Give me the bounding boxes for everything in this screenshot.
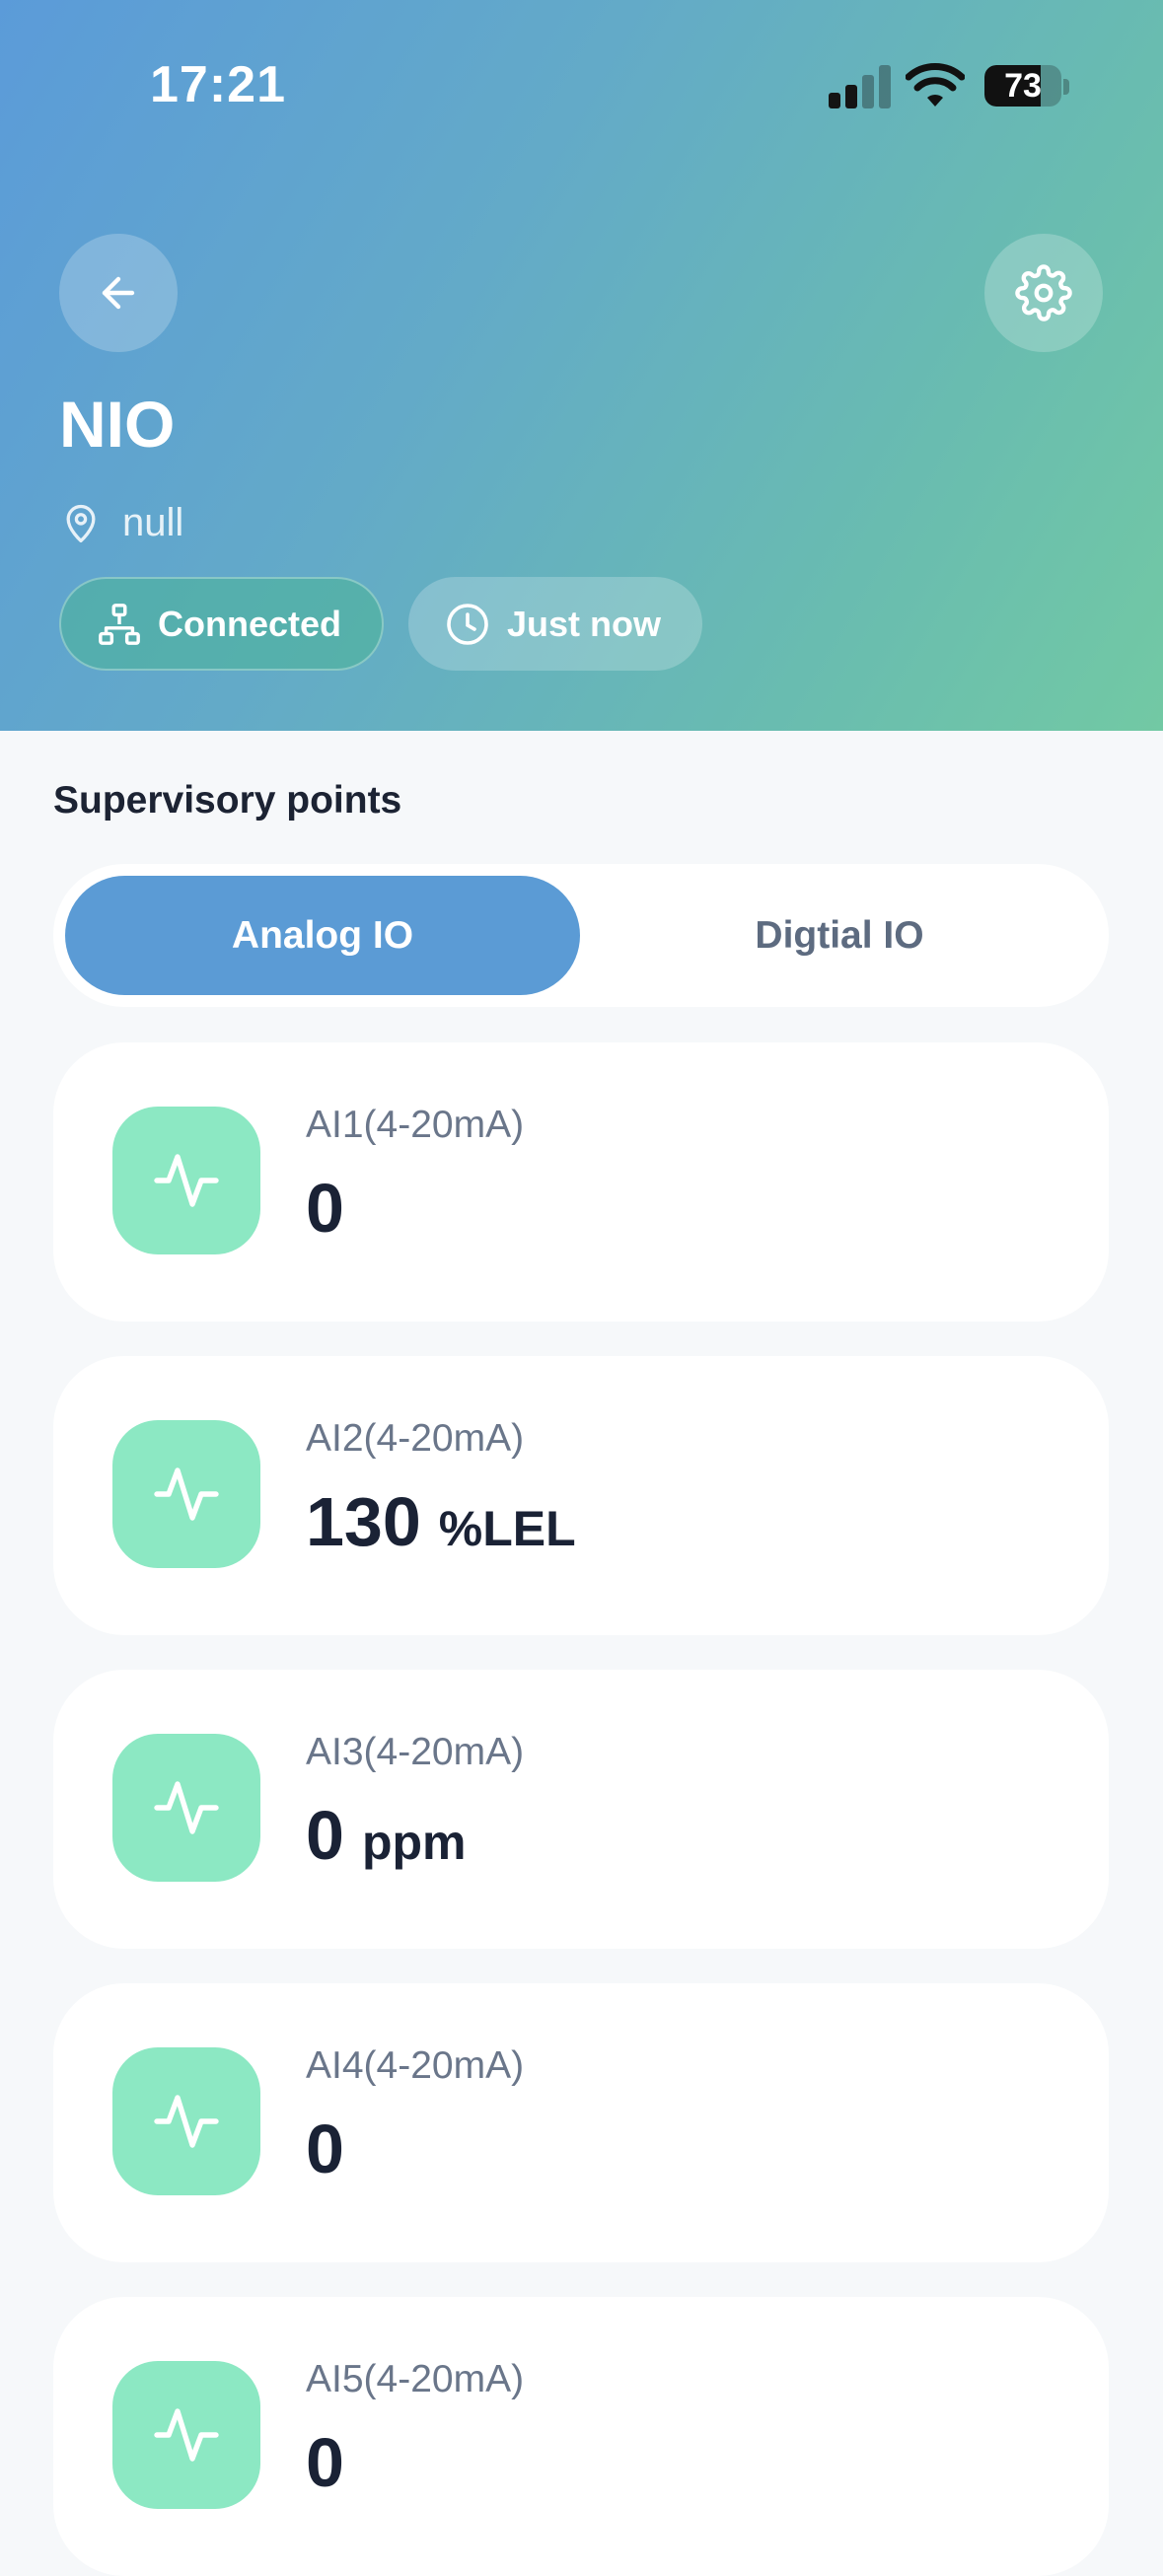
battery-icon: 73 — [984, 65, 1061, 107]
device-name: NIO — [59, 388, 176, 461]
connection-status-chip: Connected — [59, 577, 384, 671]
point-unit: ppm — [361, 1815, 467, 1870]
point-value: 0 — [306, 1170, 344, 1247]
connection-status-text: Connected — [158, 603, 342, 644]
point-reading: 0 — [306, 2423, 362, 2502]
point-card-ai2[interactable]: AI2(4-20mA) 130 %LEL — [53, 1356, 1109, 1635]
section-title: Supervisory points — [53, 779, 402, 822]
point-card-ai3[interactable]: AI3(4-20mA) 0 ppm — [53, 1670, 1109, 1949]
last-update-text: Just now — [507, 603, 662, 644]
point-card-ai4[interactable]: AI4(4-20mA) 0 — [53, 1983, 1109, 2262]
point-value: 0 — [306, 2424, 344, 2501]
last-update-chip: Just now — [408, 577, 702, 671]
back-button[interactable] — [59, 234, 178, 352]
io-tab-bar: Analog IO Digtial IO — [53, 864, 1109, 1007]
tab-digital-io[interactable]: Digtial IO — [582, 876, 1097, 995]
point-icon-box — [112, 2047, 260, 2195]
map-pin-icon — [66, 504, 96, 542]
point-value: 0 — [306, 2111, 344, 2187]
wifi-icon — [905, 63, 966, 108]
point-reading: 0 — [306, 2110, 362, 2188]
tab-analog-io[interactable]: Analog IO — [65, 876, 580, 995]
clock-icon — [447, 603, 488, 645]
activity-icon — [154, 1781, 219, 1834]
location-text: null — [122, 500, 184, 544]
point-value: 130 — [306, 1483, 421, 1560]
point-value: 0 — [306, 1797, 344, 1874]
point-icon-box — [112, 1420, 260, 1568]
point-label: AI1(4-20mA) — [306, 1104, 525, 1146]
status-time: 17:21 — [150, 56, 286, 113]
location: null — [59, 495, 183, 550]
gear-icon — [1015, 264, 1072, 322]
point-card-ai5[interactable]: AI5(4-20mA) 0 — [53, 2297, 1109, 2576]
activity-icon — [154, 2095, 219, 2148]
point-icon-box — [112, 2361, 260, 2509]
point-reading: 0 ppm — [306, 1796, 466, 1875]
activity-icon — [154, 2408, 219, 2462]
activity-icon — [154, 1467, 219, 1521]
point-icon-box — [112, 1734, 260, 1882]
point-unit: %LEL — [438, 1501, 576, 1556]
point-label: AI4(4-20mA) — [306, 2044, 525, 2087]
point-label: AI3(4-20mA) — [306, 1731, 525, 1773]
arrow-left-icon — [102, 276, 135, 310]
point-label: AI2(4-20mA) — [306, 1417, 525, 1460]
cellular-signal-icon — [829, 65, 892, 108]
battery-cap — [1063, 79, 1069, 95]
point-reading: 0 — [306, 1169, 362, 1248]
network-icon — [99, 603, 140, 645]
point-label: AI5(4-20mA) — [306, 2358, 525, 2400]
point-icon-box — [112, 1107, 260, 1254]
point-card-ai1[interactable]: AI1(4-20mA) 0 — [53, 1042, 1109, 1322]
status-icons: 73 — [829, 59, 1075, 112]
point-reading: 130 %LEL — [306, 1482, 576, 1561]
activity-icon — [154, 1154, 219, 1207]
battery-level: 73 — [1004, 67, 1042, 105]
settings-button[interactable] — [984, 234, 1103, 352]
